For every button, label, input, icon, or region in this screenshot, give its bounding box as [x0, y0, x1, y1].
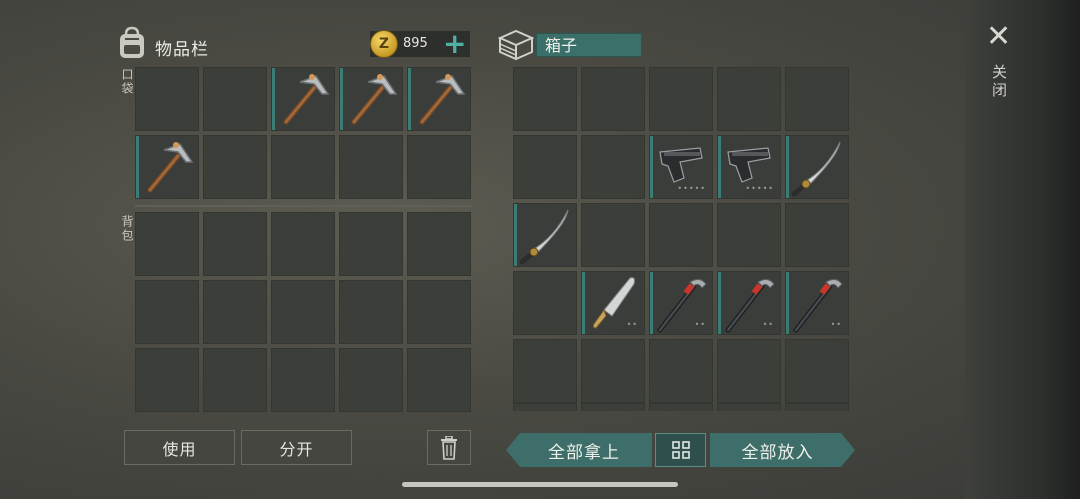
pocket-slot-empty[interactable]: [135, 67, 199, 131]
put-all-label: 全部放入: [741, 442, 814, 463]
backpack-slot-empty[interactable]: [135, 280, 199, 344]
box-slot-katana[interactable]: [785, 135, 849, 199]
box-slot-empty[interactable]: [717, 203, 781, 267]
box-slot-crowbar[interactable]: ••: [717, 271, 781, 335]
take-all-label: 全部拿上: [548, 442, 620, 463]
durability-dots: •••••: [677, 184, 706, 193]
close-icon[interactable]: ✕: [986, 22, 1011, 52]
katana-icon: [519, 209, 569, 265]
pocket-slot-pickaxe[interactable]: [271, 67, 335, 131]
box-slot-empty[interactable]: [717, 339, 781, 403]
add-coins-button[interactable]: +: [443, 30, 466, 58]
box-slot-empty[interactable]: [649, 67, 713, 131]
backpack-slot-empty[interactable]: [203, 348, 267, 412]
inventory-title: 物品栏: [155, 40, 209, 60]
peek-slot: [513, 403, 577, 411]
right-panel-strip: [965, 0, 1080, 499]
sort-button[interactable]: [655, 433, 706, 467]
pocket-slot-empty[interactable]: [271, 135, 335, 199]
backpack-grid: [135, 212, 471, 412]
box-icon: [497, 28, 535, 64]
peek-slot: [717, 403, 781, 411]
box-slot-pistol[interactable]: •••••: [649, 135, 713, 199]
backpack-slot-empty[interactable]: [271, 280, 335, 344]
trash-button[interactable]: [427, 430, 471, 465]
pocket-slot-pickaxe[interactable]: [339, 67, 403, 131]
take-all-button[interactable]: 全部拿上: [506, 433, 652, 467]
backpack-label: 背包: [120, 215, 134, 243]
backpack-slot-empty[interactable]: [203, 280, 267, 344]
home-indicator: [402, 482, 678, 487]
box-slot-pistol[interactable]: •••••: [717, 135, 781, 199]
peek-slot: [581, 403, 645, 411]
box-slot-empty[interactable]: [785, 67, 849, 131]
close-label[interactable]: 关闭: [989, 64, 1010, 100]
box-slot-crowbar[interactable]: ••: [649, 271, 713, 335]
pocket-slot-empty[interactable]: [203, 67, 267, 131]
durability-dots: ••: [694, 320, 706, 329]
box-slot-crowbar[interactable]: ••: [785, 271, 849, 335]
pickaxe-icon: [283, 74, 330, 125]
box-slot-empty[interactable]: [581, 203, 645, 267]
backpack-slot-empty[interactable]: [407, 212, 471, 276]
box-grid: ••••• ••••• •• •• •• ••: [513, 67, 849, 403]
backpack-slot-empty[interactable]: [339, 348, 403, 412]
pocket-slot-empty[interactable]: [407, 135, 471, 199]
durability-dots: •••••: [745, 184, 774, 193]
pocket-slot-pickaxe[interactable]: [135, 135, 199, 199]
durability-dots: ••: [830, 320, 842, 329]
coin-icon: Z: [370, 30, 398, 58]
box-name-field[interactable]: 箱子: [536, 33, 642, 57]
backpack-slot-empty[interactable]: [203, 212, 267, 276]
coin-symbol: Z: [378, 36, 390, 52]
backpack-slot-empty[interactable]: [135, 212, 199, 276]
peek-slot: [649, 403, 713, 411]
katana-icon: [791, 141, 841, 197]
pickaxe-icon: [419, 74, 466, 125]
split-button[interactable]: 分开: [241, 430, 352, 465]
backpack-slot-empty[interactable]: [135, 348, 199, 412]
backpack-slot-empty[interactable]: [407, 348, 471, 412]
box-slot-empty[interactable]: [717, 67, 781, 131]
sort-grid-icon: [671, 441, 690, 459]
pocket-label: 口袋: [120, 68, 134, 96]
box-slot-empty[interactable]: [581, 67, 645, 131]
backpack-slot-empty[interactable]: [271, 212, 335, 276]
box-slot-empty[interactable]: [649, 339, 713, 403]
coin-count: 895: [403, 36, 428, 51]
use-button[interactable]: 使用: [124, 430, 235, 465]
backpack-slot-empty[interactable]: [339, 212, 403, 276]
pocket-slot-empty[interactable]: [203, 135, 267, 199]
pocket-slot-pickaxe[interactable]: [407, 67, 471, 131]
pocket-grid: [135, 67, 471, 199]
durability-dots: ••: [626, 320, 638, 329]
backpack-icon: [116, 26, 148, 64]
box-slot-empty[interactable]: [581, 135, 645, 199]
section-divider: [135, 205, 471, 207]
box-slot-empty[interactable]: [581, 339, 645, 403]
box-slot-empty[interactable]: [513, 339, 577, 403]
backpack-slot-empty[interactable]: [339, 280, 403, 344]
pickaxe-icon: [351, 74, 398, 125]
box-slot-empty[interactable]: [649, 203, 713, 267]
box-slot-katana[interactable]: [513, 203, 577, 267]
box-grid-scroll-peek: [513, 403, 849, 411]
box-slot-machete[interactable]: ••: [581, 271, 645, 335]
backpack-slot-empty[interactable]: [271, 348, 335, 412]
box-slot-empty[interactable]: [513, 67, 577, 131]
box-slot-empty[interactable]: [513, 135, 577, 199]
box-slot-empty[interactable]: [785, 203, 849, 267]
backpack-slot-empty[interactable]: [407, 280, 471, 344]
durability-dots: ••: [762, 320, 774, 329]
put-all-button[interactable]: 全部放入: [710, 433, 855, 467]
pickaxe-icon: [147, 142, 194, 193]
pocket-slot-empty[interactable]: [339, 135, 403, 199]
box-slot-empty[interactable]: [513, 271, 577, 335]
box-slot-empty[interactable]: [785, 339, 849, 403]
trash-icon: [441, 435, 457, 460]
peek-slot: [785, 403, 849, 411]
